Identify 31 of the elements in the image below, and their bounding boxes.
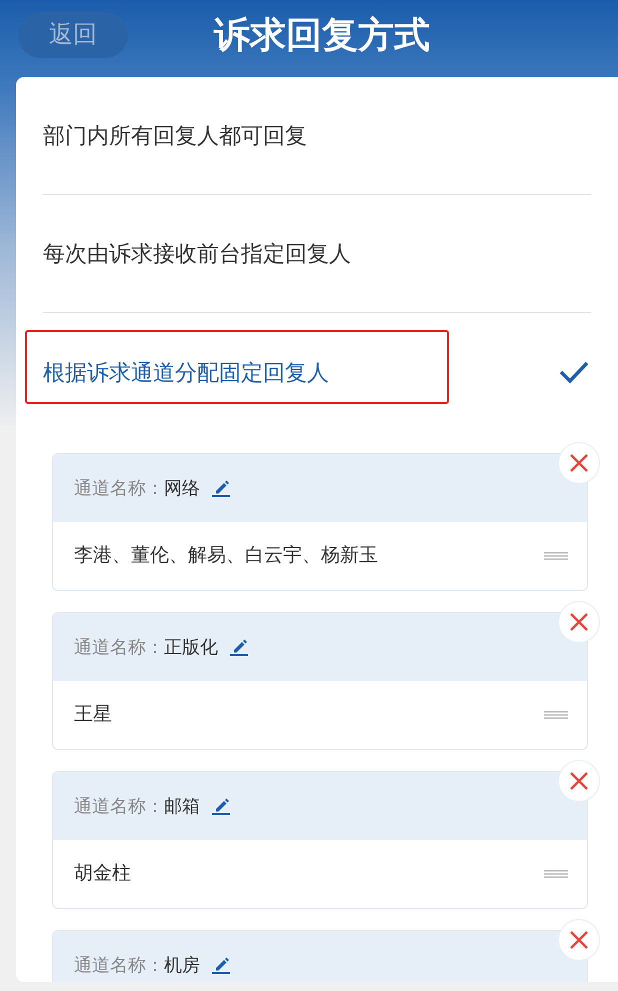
close-icon <box>569 930 589 950</box>
close-icon <box>569 453 589 473</box>
delete-button[interactable] <box>558 442 600 484</box>
checkmark-icon <box>559 360 589 384</box>
member-list: 胡金柱 <box>74 860 131 888</box>
channel-name: 网络 <box>164 476 200 500</box>
member-list: 李港、董伦、解易、白云宇、杨新玉 <box>74 542 378 570</box>
close-icon <box>569 771 589 791</box>
edit-icon[interactable] <box>212 956 230 974</box>
channel-name: 正版化 <box>164 636 218 658</box>
edit-icon[interactable] <box>230 638 248 656</box>
option-label[interactable]: 根据诉求通道分配固定回复人 <box>43 356 329 388</box>
field-label: 通道名称： <box>74 794 164 818</box>
drag-handle-icon[interactable] <box>544 711 568 719</box>
option-label[interactable]: 每次由诉求接收前台指定回复人 <box>43 237 351 270</box>
close-icon <box>569 612 589 632</box>
member-list: 王星 <box>74 700 112 730</box>
delete-button[interactable] <box>558 601 600 643</box>
delete-button[interactable] <box>558 919 600 961</box>
drag-handle-icon[interactable] <box>544 870 568 878</box>
edit-icon[interactable] <box>212 797 230 815</box>
field-label: 通道名称： <box>74 954 164 976</box>
channel-name: 机房 <box>164 954 200 976</box>
channel-name: 邮箱 <box>164 794 200 818</box>
page-title: 诉求回复方式 <box>212 13 430 57</box>
drag-handle-icon[interactable] <box>544 552 568 560</box>
option-label[interactable]: 部门内所有回复人都可回复 <box>43 119 307 152</box>
field-label: 通道名称： <box>74 476 164 500</box>
delete-button[interactable] <box>558 760 600 802</box>
field-label: 通道名称： <box>74 636 164 658</box>
edit-icon[interactable] <box>212 479 230 497</box>
